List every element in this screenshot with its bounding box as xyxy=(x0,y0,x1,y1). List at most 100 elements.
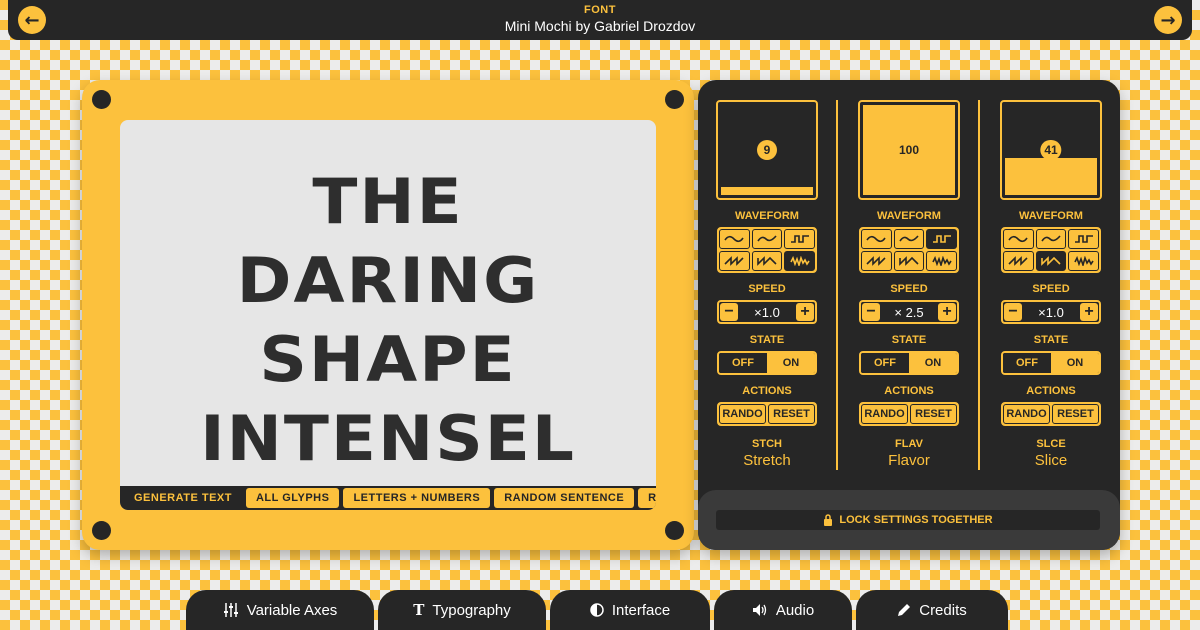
speed-value: ×1.0 xyxy=(754,304,780,320)
state-off-option[interactable]: OFF xyxy=(1003,353,1051,373)
state-on-option[interactable]: ON xyxy=(767,353,815,373)
waveform-noise-button[interactable] xyxy=(1068,251,1099,271)
waveform-sine-icon xyxy=(724,235,744,243)
speed-increase-button[interactable]: + xyxy=(938,303,956,321)
waveform-sine-alt-button[interactable] xyxy=(893,229,925,249)
rando-button[interactable]: RANDO xyxy=(861,404,908,424)
waveform-reverse-saw-button[interactable] xyxy=(1035,251,1067,271)
axis-meter[interactable]: 9 xyxy=(716,100,818,200)
waveform-square-button[interactable] xyxy=(926,229,957,249)
axis-tag: FLAV xyxy=(895,438,923,450)
speed-value: ×1.0 xyxy=(1038,304,1064,320)
state-off-option[interactable]: OFF xyxy=(719,353,767,373)
meter-value: 9 xyxy=(757,140,777,160)
screw-icon xyxy=(92,521,111,540)
tab-random-sentence[interactable]: RANDOM SENTENCE xyxy=(494,488,635,508)
speed-increase-button[interactable]: + xyxy=(1079,303,1098,321)
next-font-button[interactable]: → xyxy=(1154,6,1182,34)
type-icon: T xyxy=(413,601,425,619)
waveform-reverse-saw-button[interactable] xyxy=(751,251,783,271)
dock-label: Typography xyxy=(432,601,511,619)
state-toggle[interactable]: OFF ON xyxy=(859,351,959,375)
tab-random-partial[interactable]: RAN xyxy=(638,488,656,508)
actions-label: ACTIONS xyxy=(742,385,792,397)
header-label: FONT xyxy=(584,4,616,16)
waveform-selector xyxy=(1001,227,1101,273)
lock-settings-button[interactable]: LOCK SETTINGS TOGETHER xyxy=(716,510,1100,530)
waveform-sine-alt-button[interactable] xyxy=(1035,229,1067,249)
tab-letters-numbers[interactable]: LETTERS + NUMBERS xyxy=(343,488,491,508)
state-on-option[interactable]: ON xyxy=(909,353,957,373)
waveform-noise-button[interactable] xyxy=(926,251,957,271)
preview-panel: THE DARING SHAPE INTENSEL GENERATE TEXT … xyxy=(82,80,694,550)
rando-button[interactable]: RANDO xyxy=(719,404,766,424)
waveform-sine-button[interactable] xyxy=(1003,229,1034,249)
axis-meter[interactable]: 100 xyxy=(858,100,960,200)
preview-screen: THE DARING SHAPE INTENSEL GENERATE TEXT … xyxy=(120,120,656,510)
speed-value: × 2.5 xyxy=(894,304,924,320)
waveform-sawtooth-button[interactable] xyxy=(1003,251,1034,271)
dock-label: Audio xyxy=(775,601,815,619)
dock-interface[interactable]: Interface xyxy=(550,590,710,630)
tab-all-glyphs[interactable]: ALL GLYPHS xyxy=(245,488,340,508)
waveform-sine-alt-icon xyxy=(899,235,919,242)
speed-increase-button[interactable]: + xyxy=(795,303,814,321)
font-title: Mini Mochi by Gabriel Drozdov xyxy=(504,18,696,34)
preview-line: THE xyxy=(312,164,464,239)
waveform-square-button[interactable] xyxy=(1068,229,1099,249)
reset-button[interactable]: RESET xyxy=(768,404,815,424)
state-toggle[interactable]: OFF ON xyxy=(717,351,817,375)
speed-decrease-button[interactable]: − xyxy=(720,303,738,321)
meter-track: 100 xyxy=(863,105,955,195)
waveform-noise-button[interactable] xyxy=(784,251,815,271)
waveform-sine-alt-button[interactable] xyxy=(751,229,783,249)
state-toggle[interactable]: OFF ON xyxy=(1001,351,1101,375)
speed-label: SPEED xyxy=(890,283,928,295)
speed-label: SPEED xyxy=(1032,283,1070,295)
actions-group: RANDO RESET xyxy=(717,402,817,426)
rando-button[interactable]: RANDO xyxy=(1003,404,1050,424)
actions-label: ACTIONS xyxy=(1026,385,1076,397)
controls-panel: 9 WAVEFORM SPEED − ×1.0 + STATE OFF ON A… xyxy=(698,80,1120,550)
waveform-sawtooth-button[interactable] xyxy=(861,251,892,271)
waveform-sine-icon xyxy=(866,235,886,243)
speed-stepper: − × 2.5 + xyxy=(859,300,959,324)
waveform-square-button[interactable] xyxy=(784,229,815,249)
pencil-icon xyxy=(898,604,911,616)
preview-text[interactable]: THE DARING SHAPE INTENSEL xyxy=(120,162,656,478)
bottom-dock: Variable Axes T Typography Interface Aud… xyxy=(186,590,1008,630)
meter-track: 9 xyxy=(721,105,813,195)
axis-tag: STCH xyxy=(752,438,782,450)
speed-decrease-button[interactable]: − xyxy=(862,303,880,321)
waveform-reverse-saw-button[interactable] xyxy=(893,251,925,271)
meter-value: 100 xyxy=(898,143,920,157)
axis-meter[interactable]: 41 xyxy=(1000,100,1102,200)
screw-icon xyxy=(665,90,684,109)
state-off-option[interactable]: OFF xyxy=(861,353,909,373)
reset-button[interactable]: RESET xyxy=(1052,404,1099,424)
waveform-sine-button[interactable] xyxy=(861,229,892,249)
waveform-label: WAVEFORM xyxy=(735,210,799,222)
speed-decrease-button[interactable]: − xyxy=(1004,303,1022,321)
speed-stepper: − ×1.0 + xyxy=(1001,300,1101,324)
axis-name: Stretch xyxy=(743,452,791,469)
tab-generate-text[interactable]: GENERATE TEXT xyxy=(124,488,242,508)
reset-button[interactable]: RESET xyxy=(910,404,957,424)
waveform-label: WAVEFORM xyxy=(1019,210,1083,222)
waveform-reverse-saw-icon xyxy=(1041,256,1061,266)
speed-label: SPEED xyxy=(748,283,786,295)
dock-typography[interactable]: T Typography xyxy=(378,590,546,630)
state-on-option[interactable]: ON xyxy=(1051,353,1099,373)
actions-label: ACTIONS xyxy=(884,385,934,397)
preview-mode-tabs: GENERATE TEXT ALL GLYPHS LETTERS + NUMBE… xyxy=(120,486,656,510)
waveform-sine-button[interactable] xyxy=(719,229,750,249)
preview-line: SHAPE xyxy=(259,322,517,397)
dock-audio[interactable]: Audio xyxy=(714,590,852,630)
waveform-sawtooth-button[interactable] xyxy=(719,251,750,271)
arrow-right-icon: → xyxy=(1160,9,1176,31)
dock-credits[interactable]: Credits xyxy=(856,590,1008,630)
axis-column: 9 WAVEFORM SPEED − ×1.0 + STATE OFF ON A… xyxy=(716,100,818,469)
waveform-sine-icon xyxy=(1008,235,1028,243)
column-divider xyxy=(978,100,980,470)
dock-variable-axes[interactable]: Variable Axes xyxy=(186,590,374,630)
